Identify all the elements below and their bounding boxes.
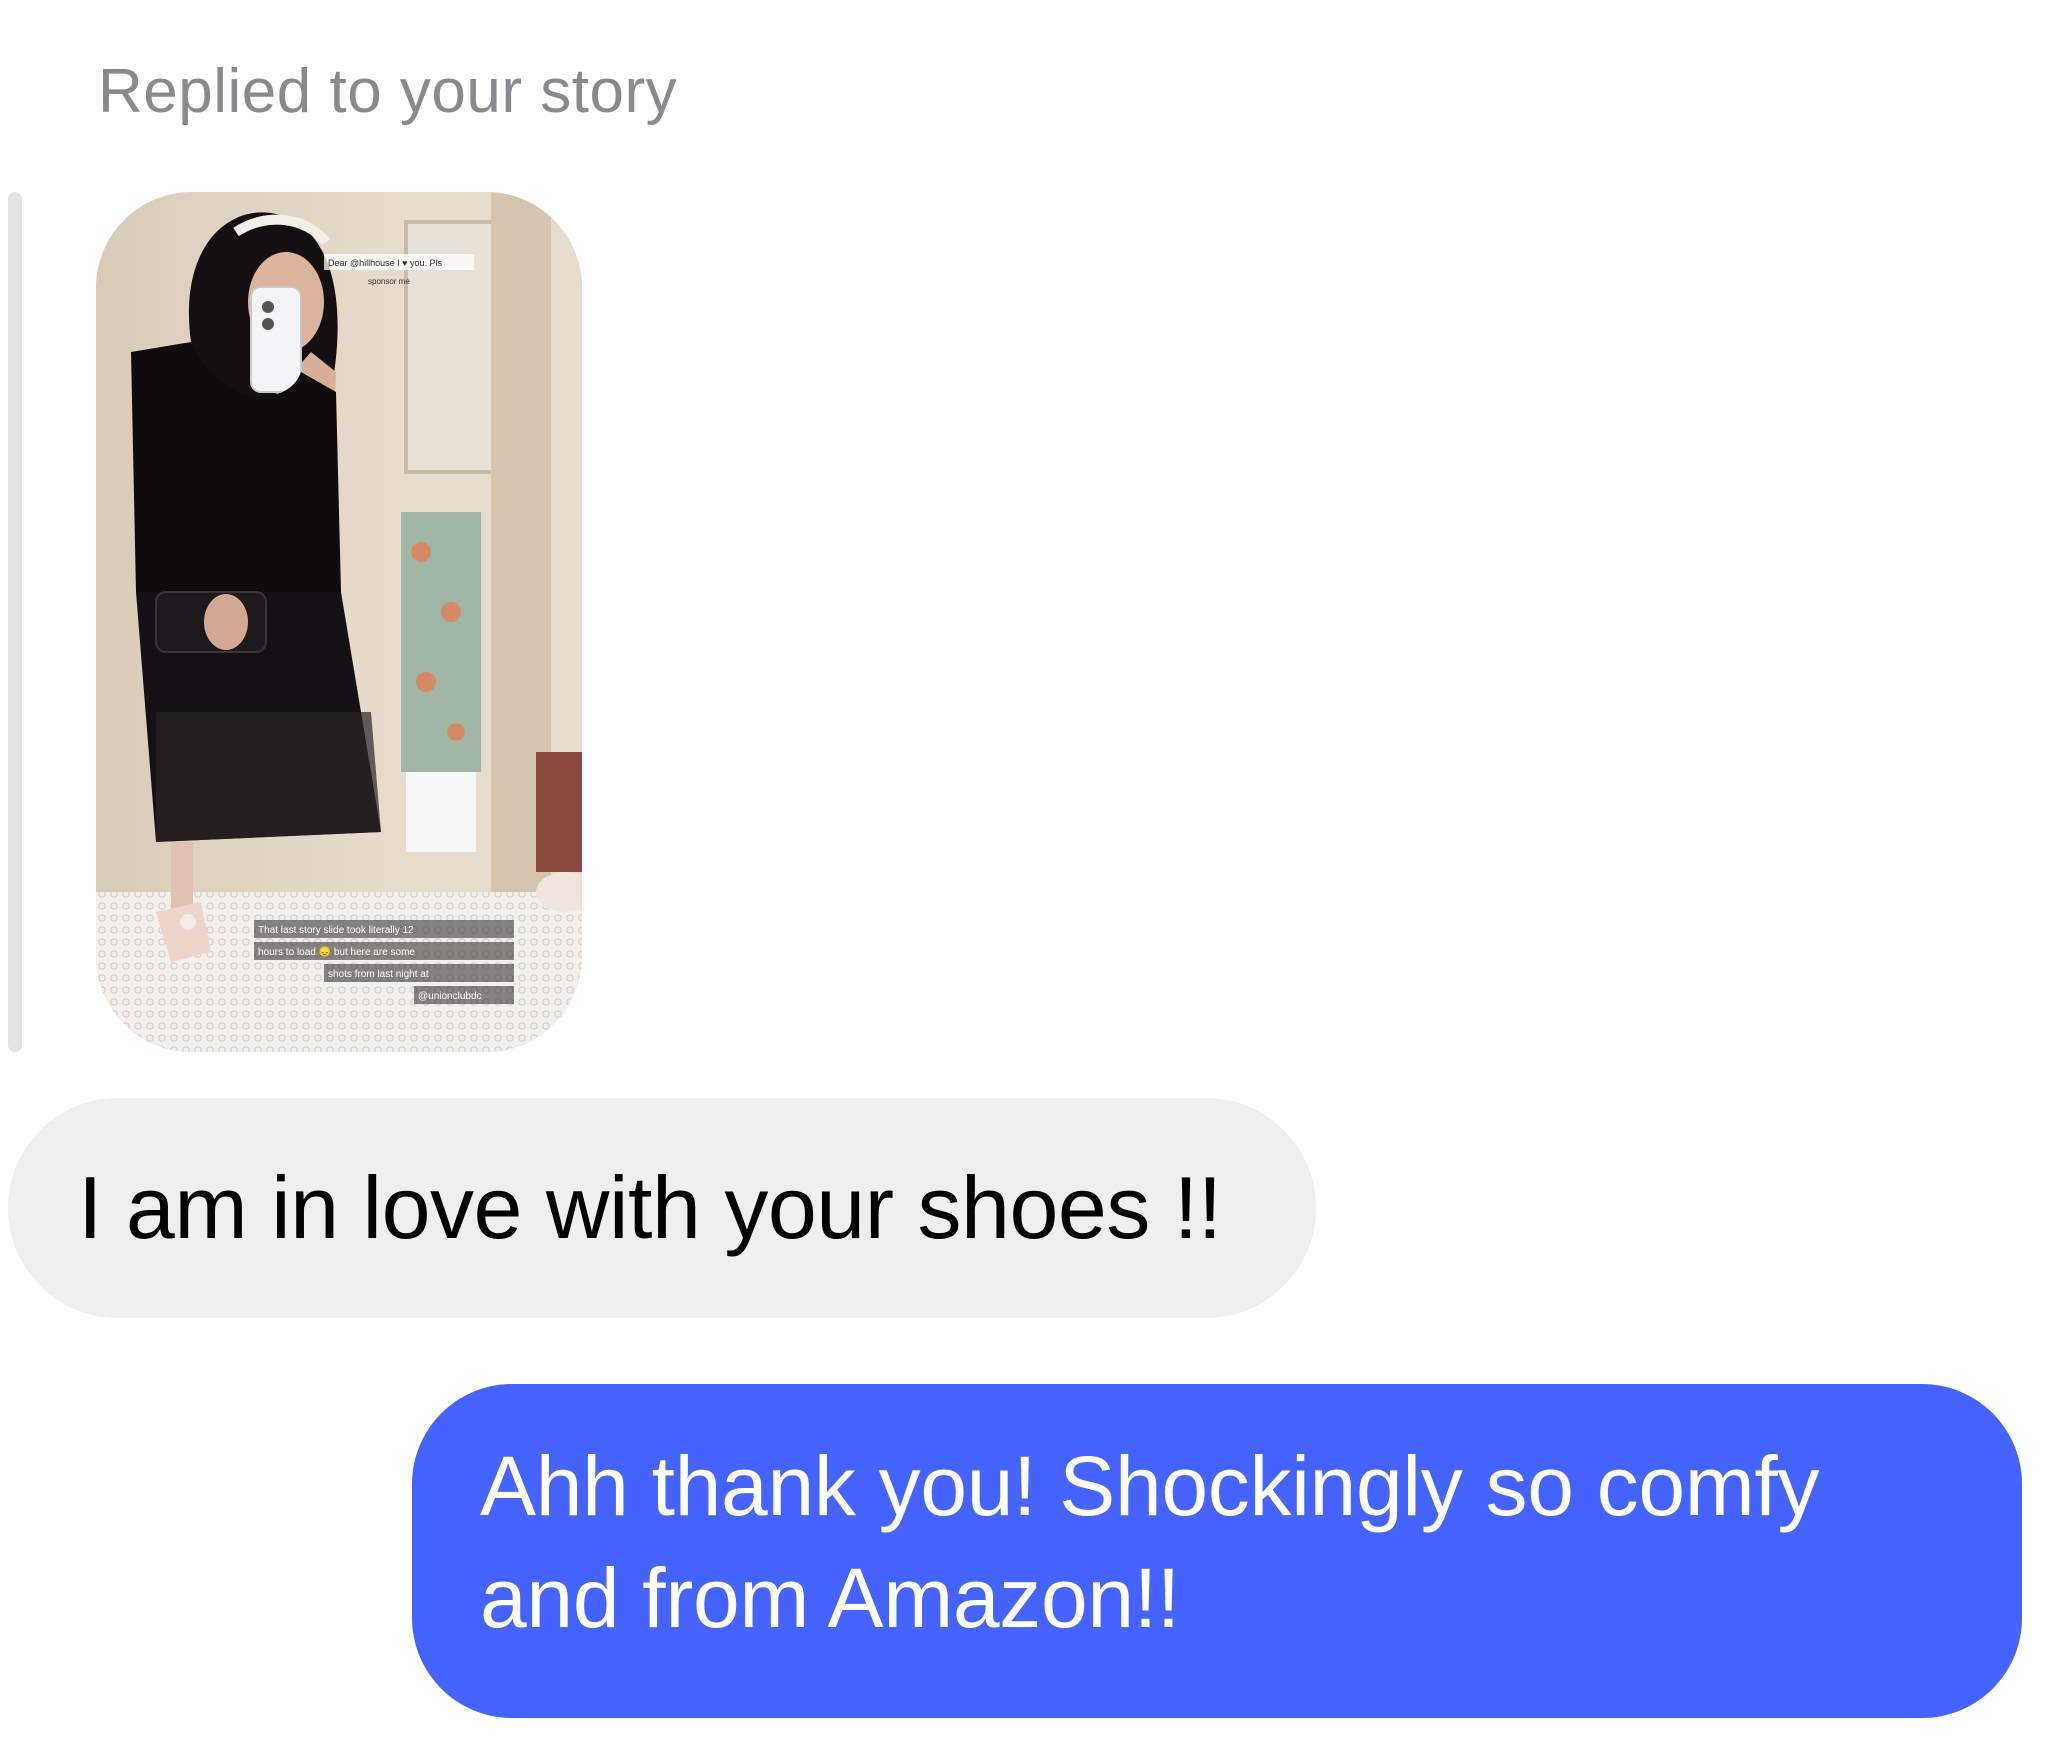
story-image: Dear @hillhouse I ♥ you. Pls sponsor me … bbox=[96, 192, 582, 1052]
replied-to-story-label: Replied to your story bbox=[98, 57, 678, 126]
story-bottom-caption-1: That last story slide took literally 12 bbox=[258, 925, 414, 936]
outgoing-message-text: Ahh thank you! Shockingly so comfy and f… bbox=[480, 1439, 1820, 1645]
incoming-message-bubble[interactable]: I am in love with your shoes !! bbox=[8, 1098, 1316, 1318]
story-thumbnail[interactable]: Dear @hillhouse I ♥ you. Pls sponsor me … bbox=[96, 192, 582, 1052]
story-bottom-caption-2: hours to load 😞 but here are some bbox=[258, 946, 415, 958]
story-top-caption-2: sponsor me bbox=[368, 277, 410, 286]
story-quote-bar bbox=[8, 192, 22, 1052]
story-bottom-caption-4: @unionclubdc bbox=[418, 991, 482, 1002]
outgoing-message-bubble[interactable]: Ahh thank you! Shockingly so comfy and f… bbox=[412, 1384, 2022, 1718]
story-top-caption-1: Dear @hillhouse I ♥ you. Pls bbox=[328, 258, 443, 268]
incoming-message-text: I am in love with your shoes !! bbox=[78, 1158, 1222, 1257]
story-bottom-caption-3: shots from last night at bbox=[328, 969, 429, 980]
